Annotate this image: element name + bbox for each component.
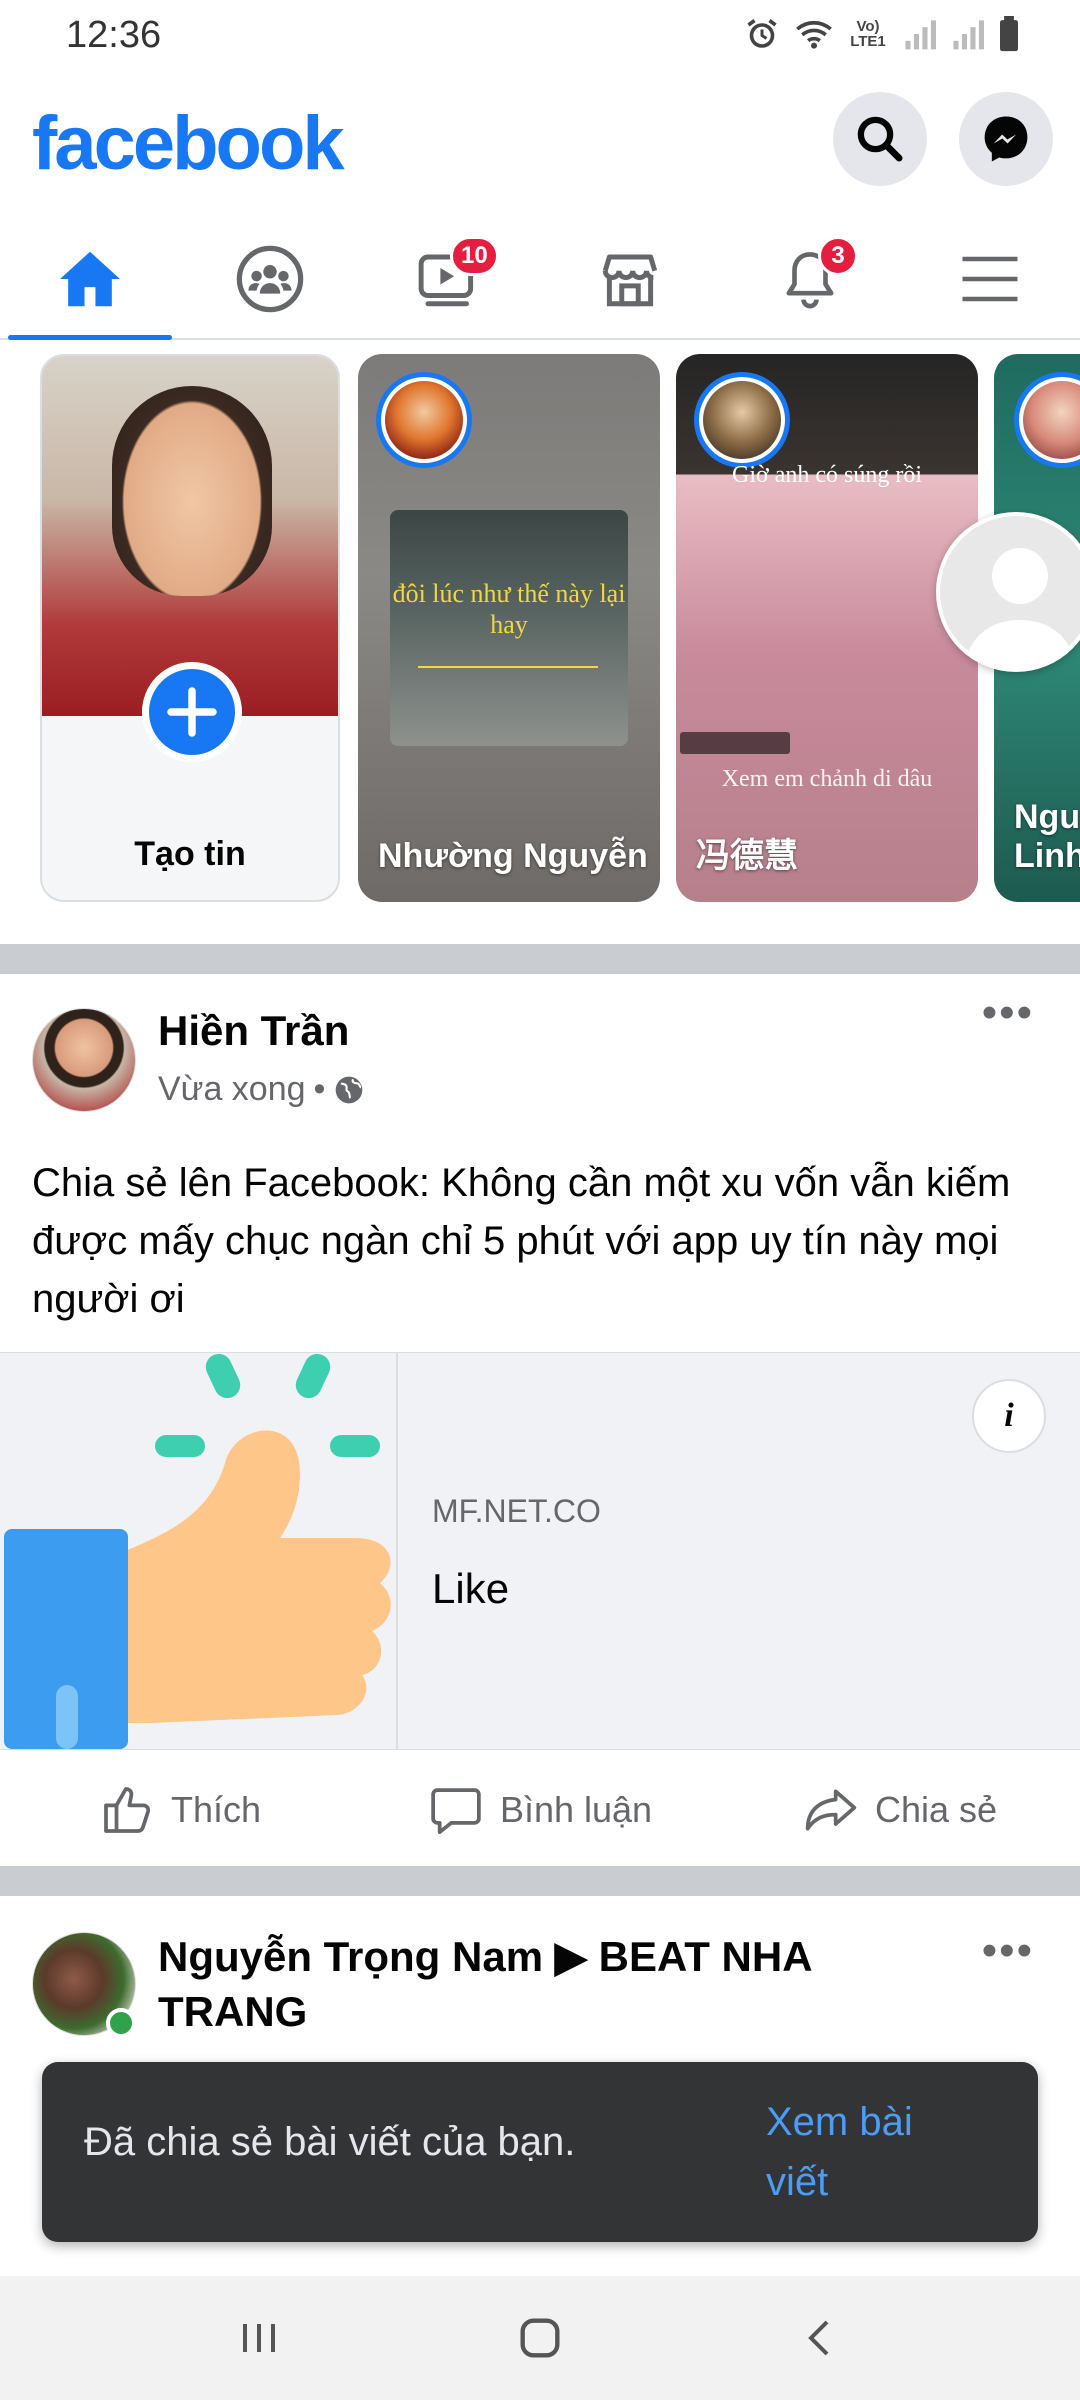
view-post-button[interactable]: Xem bài viết: [766, 2092, 986, 2212]
watch-badge: 10: [450, 236, 499, 276]
network-label: Vo) LTE1: [850, 18, 886, 50]
screen: 12:36 Vo) LTE1 facebook 10 3 Tạo tin đôi…: [0, 0, 1080, 2400]
comment-icon: [431, 1788, 481, 1835]
story-caption: đôi lúc như thế này lại hay: [392, 579, 626, 640]
alarm-icon: [747, 19, 777, 48]
thumbs-up-illustration: [0, 1353, 398, 1749]
tab-marketplace[interactable]: [540, 220, 720, 338]
home-icon: [60, 251, 120, 307]
story-caption-top: Giờ anh có súng rồi: [732, 462, 922, 488]
post-text: Chia sẻ lên Facebook: Không cần một xu v…: [32, 1161, 1011, 1321]
tab-menu[interactable]: [900, 220, 1080, 338]
story-author-name: Ngu Linh: [1014, 797, 1080, 875]
meta-dot: •: [313, 1070, 326, 1108]
online-status-dot: [106, 2008, 136, 2038]
story-card[interactable]: Giờ anh có súng rồi Xem em chảnh di dâu …: [676, 354, 978, 902]
groups-icon: [236, 245, 304, 313]
tab-home[interactable]: [0, 220, 180, 340]
post-actions: Thích Bình luận Chia sẻ: [0, 1750, 1080, 1870]
info-icon: i: [1004, 1397, 1014, 1434]
snackbar: Đã chia sẻ bài viết của bạn. Xem bài viế…: [42, 2062, 1038, 2242]
author-avatar[interactable]: [32, 1008, 136, 1112]
create-story-card[interactable]: Tạo tin: [40, 354, 340, 902]
search-button[interactable]: [833, 92, 927, 186]
link-title: Like: [432, 1565, 510, 1612]
app-header: facebook: [0, 86, 1080, 202]
marketplace-icon: [602, 254, 658, 307]
tab-notifications[interactable]: 3: [720, 220, 900, 338]
story-author-name: Nhường Nguyễn: [378, 836, 648, 875]
messenger-icon: [984, 116, 1028, 162]
share-label: Chia sẻ: [874, 1789, 998, 1830]
plus-icon: [167, 687, 217, 737]
status-icons: Vo) LTE1: [744, 16, 1020, 52]
feed-post: Hiền Trần Vừa xong • ••• Chia sẻ lên Fac…: [0, 974, 1080, 1870]
comment-label: Bình luận: [499, 1789, 653, 1830]
post-options-button[interactable]: •••: [982, 1926, 1034, 1976]
post-author-name[interactable]: Nguyễn Trọng Nam ▶ BEAT NHA TRANG: [158, 1930, 918, 2039]
system-navigation-bar: [0, 2276, 1080, 2400]
recent-apps-icon[interactable]: [235, 2314, 283, 2362]
home-button-icon[interactable]: [514, 2312, 566, 2364]
story-card[interactable]: đôi lúc như thế này lại hay Nhường Nguyễ…: [358, 354, 660, 902]
status-bar: 12:36 Vo) LTE1: [0, 0, 1080, 76]
feed-separator: [0, 1866, 1080, 1896]
story-avatar: [1014, 372, 1080, 468]
tab-groups[interactable]: [180, 220, 360, 338]
share-button[interactable]: Chia sẻ: [720, 1750, 1080, 1870]
feed-separator: [0, 944, 1080, 974]
snackbar-message: Đã chia sẻ bài viết của bạn.: [84, 2120, 576, 2164]
stories-tray: Tạo tin đôi lúc như thế này lại hay Nhườ…: [0, 340, 1080, 940]
search-icon: [857, 116, 903, 162]
post-author-name[interactable]: Hiền Trần: [158, 1004, 349, 1059]
story-avatar: [376, 372, 472, 468]
signal-2-icon: [953, 20, 984, 50]
create-story-label: Tạo tin: [134, 835, 246, 873]
back-icon[interactable]: [797, 2314, 845, 2362]
story-caption-bottom: Xem em chảnh di dâu: [721, 766, 933, 792]
story-author-name: 冯德慧: [696, 836, 798, 875]
messenger-button[interactable]: [959, 92, 1053, 186]
post-time[interactable]: Vừa xong: [158, 1070, 306, 1109]
info-button[interactable]: i: [972, 1379, 1046, 1453]
music-sticker: [680, 732, 790, 754]
link-domain: MF.NET.CO: [432, 1493, 601, 1529]
status-time: 12:36: [66, 14, 162, 56]
globe-icon: [336, 1076, 363, 1103]
share-icon: [805, 1789, 857, 1831]
post-meta: Vừa xong •: [158, 1070, 365, 1109]
facebook-logo[interactable]: facebook: [32, 100, 345, 187]
notifications-badge: 3: [818, 236, 858, 276]
link-preview-card[interactable]: MF.NET.CO Like i: [0, 1352, 1080, 1750]
add-story-button[interactable]: [142, 662, 242, 762]
wifi-icon: [796, 20, 832, 49]
main-tabs: 10 3: [0, 220, 1080, 340]
signal-icon: [905, 20, 936, 50]
thumbs-up-icon: [104, 1787, 151, 1833]
like-label: Thích: [170, 1789, 262, 1830]
comment-button[interactable]: Bình luận: [360, 1750, 720, 1870]
tab-watch[interactable]: 10: [360, 220, 540, 338]
post-options-button[interactable]: •••: [982, 988, 1034, 1038]
hamburger-menu-icon: [962, 256, 1018, 302]
story-avatar: [694, 372, 790, 468]
default-avatar-icon: [964, 548, 1076, 668]
battery-icon: [1000, 16, 1018, 52]
like-button[interactable]: Thích: [0, 1750, 360, 1870]
